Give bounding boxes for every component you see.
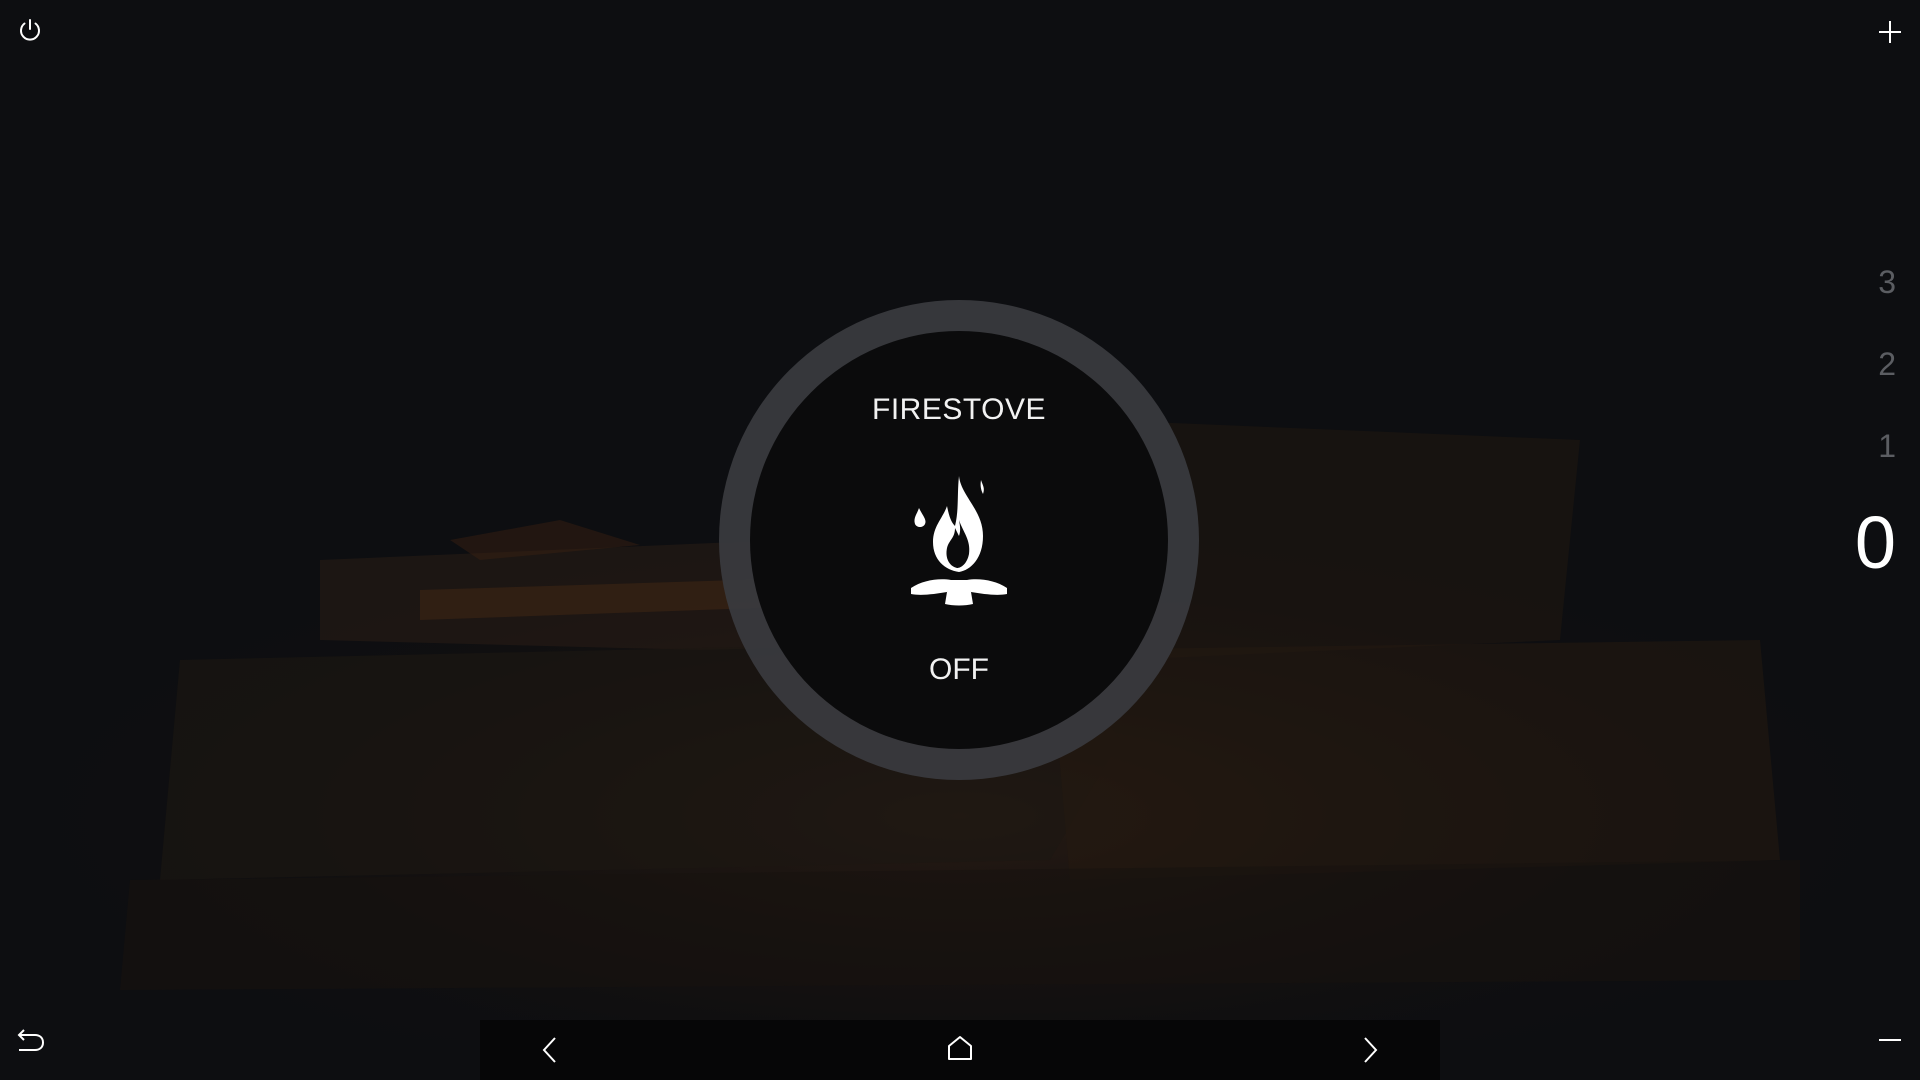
chevron-right-icon <box>1364 1037 1378 1063</box>
decrease-level-button[interactable] <box>1868 1020 1912 1060</box>
device-status: OFF <box>929 653 989 686</box>
increase-level-button[interactable] <box>1868 10 1912 54</box>
home-button[interactable] <box>940 1028 980 1068</box>
plus-icon <box>1879 21 1901 43</box>
minus-icon <box>1879 1039 1901 1041</box>
back-button[interactable] <box>10 1020 50 1060</box>
level-option-0-selected[interactable]: 0 <box>1855 506 1896 580</box>
level-option-3[interactable]: 3 <box>1878 266 1896 298</box>
campfire-icon <box>911 476 1007 606</box>
firestove-control-screen: 3 2 1 0 FIRESTOVE OFF <box>0 0 1920 1080</box>
home-icon <box>948 1036 972 1060</box>
next-page-button[interactable] <box>1350 1030 1390 1070</box>
level-option-1[interactable]: 1 <box>1878 430 1896 462</box>
navigation-bar <box>480 1020 1440 1080</box>
level-option-2[interactable]: 2 <box>1878 348 1896 380</box>
level-selector: 3 2 1 0 <box>1830 250 1920 590</box>
power-button[interactable] <box>10 10 50 50</box>
previous-page-button[interactable] <box>530 1030 570 1070</box>
chevron-left-icon <box>542 1037 556 1063</box>
device-title: FIRESTOVE <box>872 393 1046 426</box>
undo-icon <box>17 1029 45 1051</box>
power-icon <box>20 19 40 41</box>
